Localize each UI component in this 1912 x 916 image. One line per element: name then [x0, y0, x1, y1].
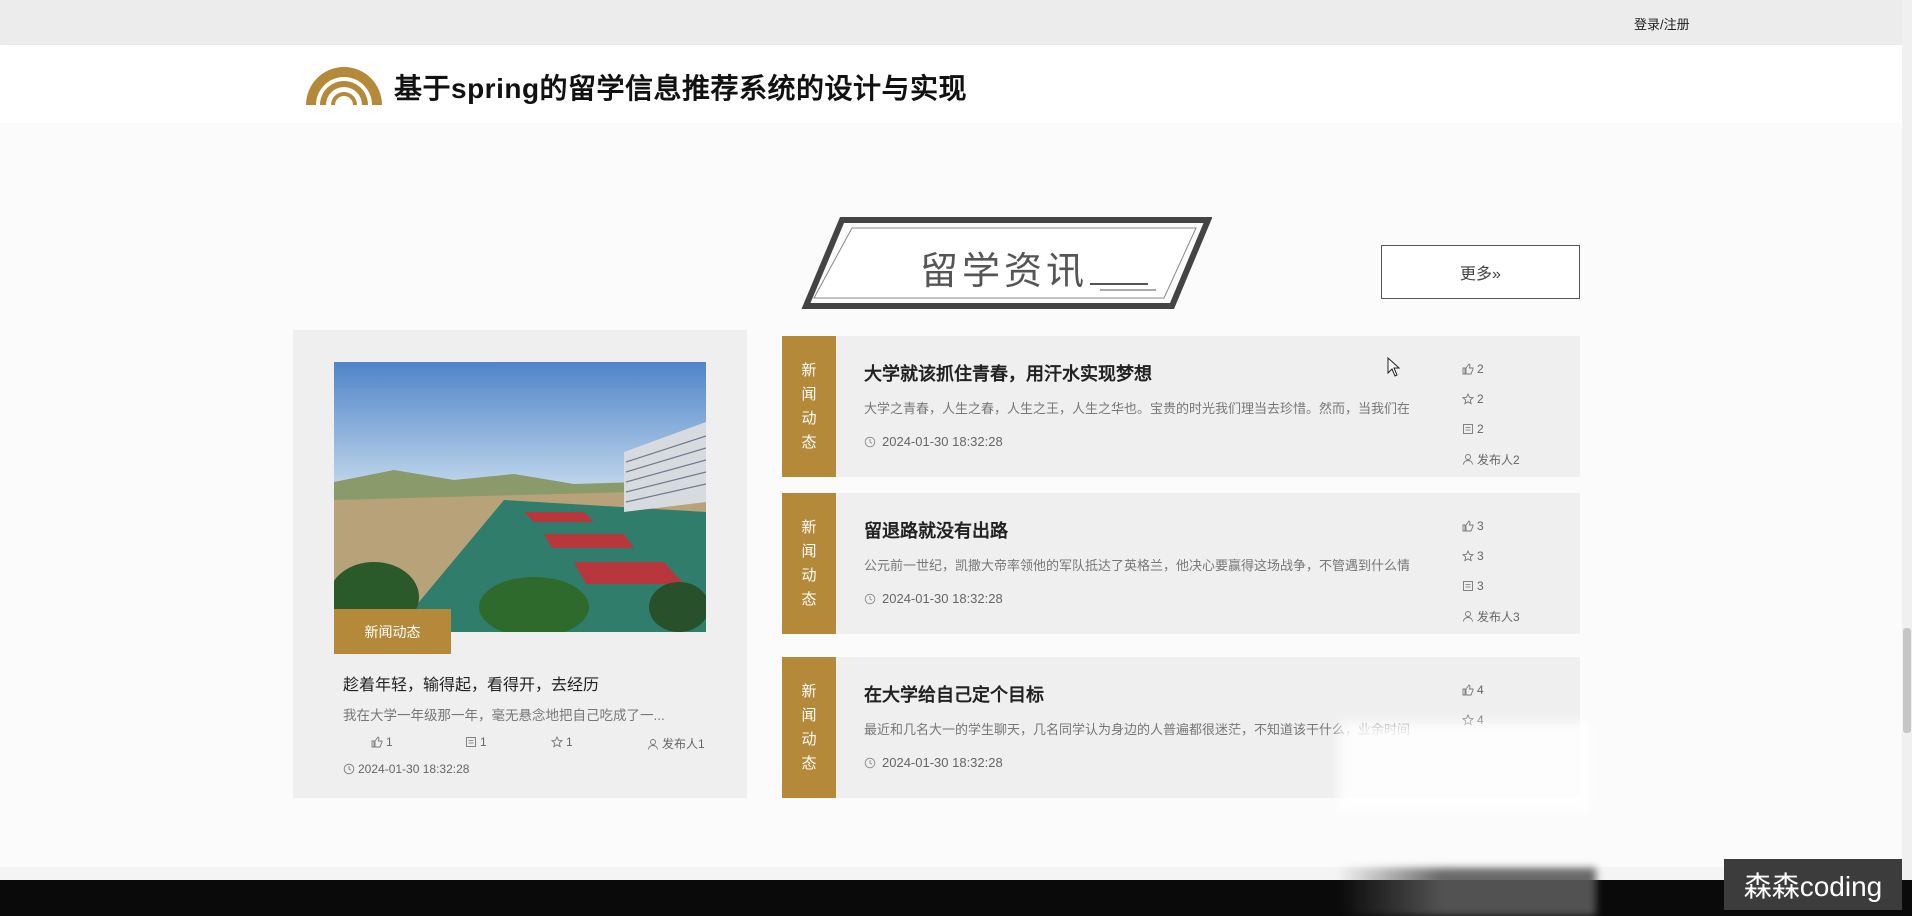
publisher-stat: 发布人2: [1462, 444, 1572, 474]
news-item[interactable]: 新 闻 动 态 大学就该抓住青春，用汗水实现梦想 大学之青春，人生之春，人生之王…: [782, 336, 1580, 477]
site-header: 基于spring的留学信息推荐系统的设计与实现: [0, 45, 1902, 123]
site-title: 基于spring的留学信息推荐系统的设计与实现: [394, 73, 968, 104]
user-icon: [1462, 610, 1474, 622]
news-title[interactable]: 留退路就没有出路: [864, 517, 1008, 543]
news-date: 2024-01-30 18:32:28: [864, 434, 1003, 449]
featured-news-card[interactable]: 新闻动态 趁着年轻，输得起，看得开，去经历 我在大学一年级那一年，毫无悬念地把自…: [293, 330, 747, 798]
bottom-bar: [0, 880, 1912, 916]
thumbs-up-icon: [1462, 363, 1474, 375]
likes-stat: 2: [1462, 354, 1572, 384]
publisher-name: 发布人1: [662, 737, 705, 751]
likes-stat: 3: [1462, 511, 1572, 541]
featured-news-date: 2024-01-30 18:32:28: [343, 762, 469, 776]
section-heading: 留学资讯: [800, 214, 1213, 312]
star-icon: [551, 736, 563, 748]
news-category-tag[interactable]: 新 闻 动 态: [782, 336, 836, 477]
news-stats: 3 3 3 发布人3: [1462, 511, 1572, 631]
news-category-tag[interactable]: 新 闻 动 态: [782, 657, 836, 798]
publisher-stat: 发布人3: [1462, 601, 1572, 631]
news-date: 2024-01-30 18:32:28: [864, 755, 1003, 770]
watermark-label: 森森coding: [1724, 859, 1902, 910]
clock-icon: [343, 763, 355, 775]
featured-news-summary: 我在大学一年级那一年，毫无悬念地把自己吃成了一...: [343, 708, 665, 723]
news-item[interactable]: 新 闻 动 态 留退路就没有出路 公元前一世纪，凯撒大帝率领他的军队抵达了英格兰…: [782, 493, 1580, 634]
star-icon: [1462, 550, 1474, 562]
user-icon: [647, 738, 659, 750]
more-button[interactable]: 更多»: [1381, 245, 1580, 299]
login-register-link[interactable]: 登录/注册: [1634, 14, 1690, 33]
likes-count: 1: [386, 735, 393, 749]
watermark-backdrop: [1338, 868, 1596, 916]
news-title[interactable]: 在大学给自己定个目标: [864, 681, 1044, 707]
user-icon: [1462, 453, 1474, 465]
comment-icon: [1462, 423, 1474, 435]
vertical-scrollbar[interactable]: [1902, 0, 1912, 880]
star-icon: [1462, 393, 1474, 405]
comment-icon: [1462, 580, 1474, 592]
scrollbar-thumb[interactable]: [1903, 628, 1911, 733]
clock-icon: [864, 757, 876, 769]
news-summary: 大学之青春，人生之春，人生之王，人生之华也。宝贵的时光我们理当去珍惜。然而，当我…: [864, 401, 1409, 416]
featured-news-stats: 1 1 1 发布人1: [371, 735, 711, 751]
favorites-stat: 1: [551, 735, 573, 749]
comments-count: 1: [480, 735, 487, 749]
comment-icon: [465, 736, 477, 748]
featured-news-title[interactable]: 趁着年轻，输得起，看得开，去经历: [343, 671, 599, 695]
featured-category-tag[interactable]: 新闻动态: [334, 609, 451, 654]
featured-news-image[interactable]: [334, 362, 706, 632]
comments-stat: 2: [1462, 414, 1572, 444]
top-bar: 登录/注册: [0, 0, 1912, 45]
thumbs-up-icon: [1462, 684, 1474, 696]
section-title: 留学资讯: [920, 251, 1089, 293]
likes-stat: 1: [371, 735, 393, 749]
blurred-region: [1338, 722, 1590, 812]
comments-stat: 1: [465, 735, 487, 749]
news-summary: 最近和几名大一的学生聊天，几名同学认为身边的人普遍都很迷茫，不知道该干什么，业余…: [864, 722, 1409, 737]
favorites-stat: 2: [1462, 384, 1572, 414]
mouse-cursor-icon: [1387, 357, 1401, 377]
publisher-stat: 发布人1: [647, 735, 705, 752]
news-stats: 2 2 2 发布人2: [1462, 354, 1572, 474]
featured-date-text: 2024-01-30 18:32:28: [358, 762, 470, 776]
site-logo[interactable]: [304, 59, 384, 109]
news-category-tag[interactable]: 新 闻 动 态: [782, 493, 836, 634]
news-date: 2024-01-30 18:32:28: [864, 591, 1003, 606]
favorites-stat: 3: [1462, 541, 1572, 571]
news-summary: 公元前一世纪，凯撒大帝率领他的军队抵达了英格兰，他决心要赢得这场战争，不管遇到什…: [864, 558, 1409, 573]
news-title[interactable]: 大学就该抓住青春，用汗水实现梦想: [864, 360, 1152, 386]
thumbs-up-icon: [371, 736, 383, 748]
comments-stat: 3: [1462, 571, 1572, 601]
thumbs-up-icon: [1462, 520, 1474, 532]
likes-stat: 4: [1462, 675, 1572, 705]
clock-icon: [864, 436, 876, 448]
favorites-count: 1: [566, 735, 573, 749]
clock-icon: [864, 593, 876, 605]
